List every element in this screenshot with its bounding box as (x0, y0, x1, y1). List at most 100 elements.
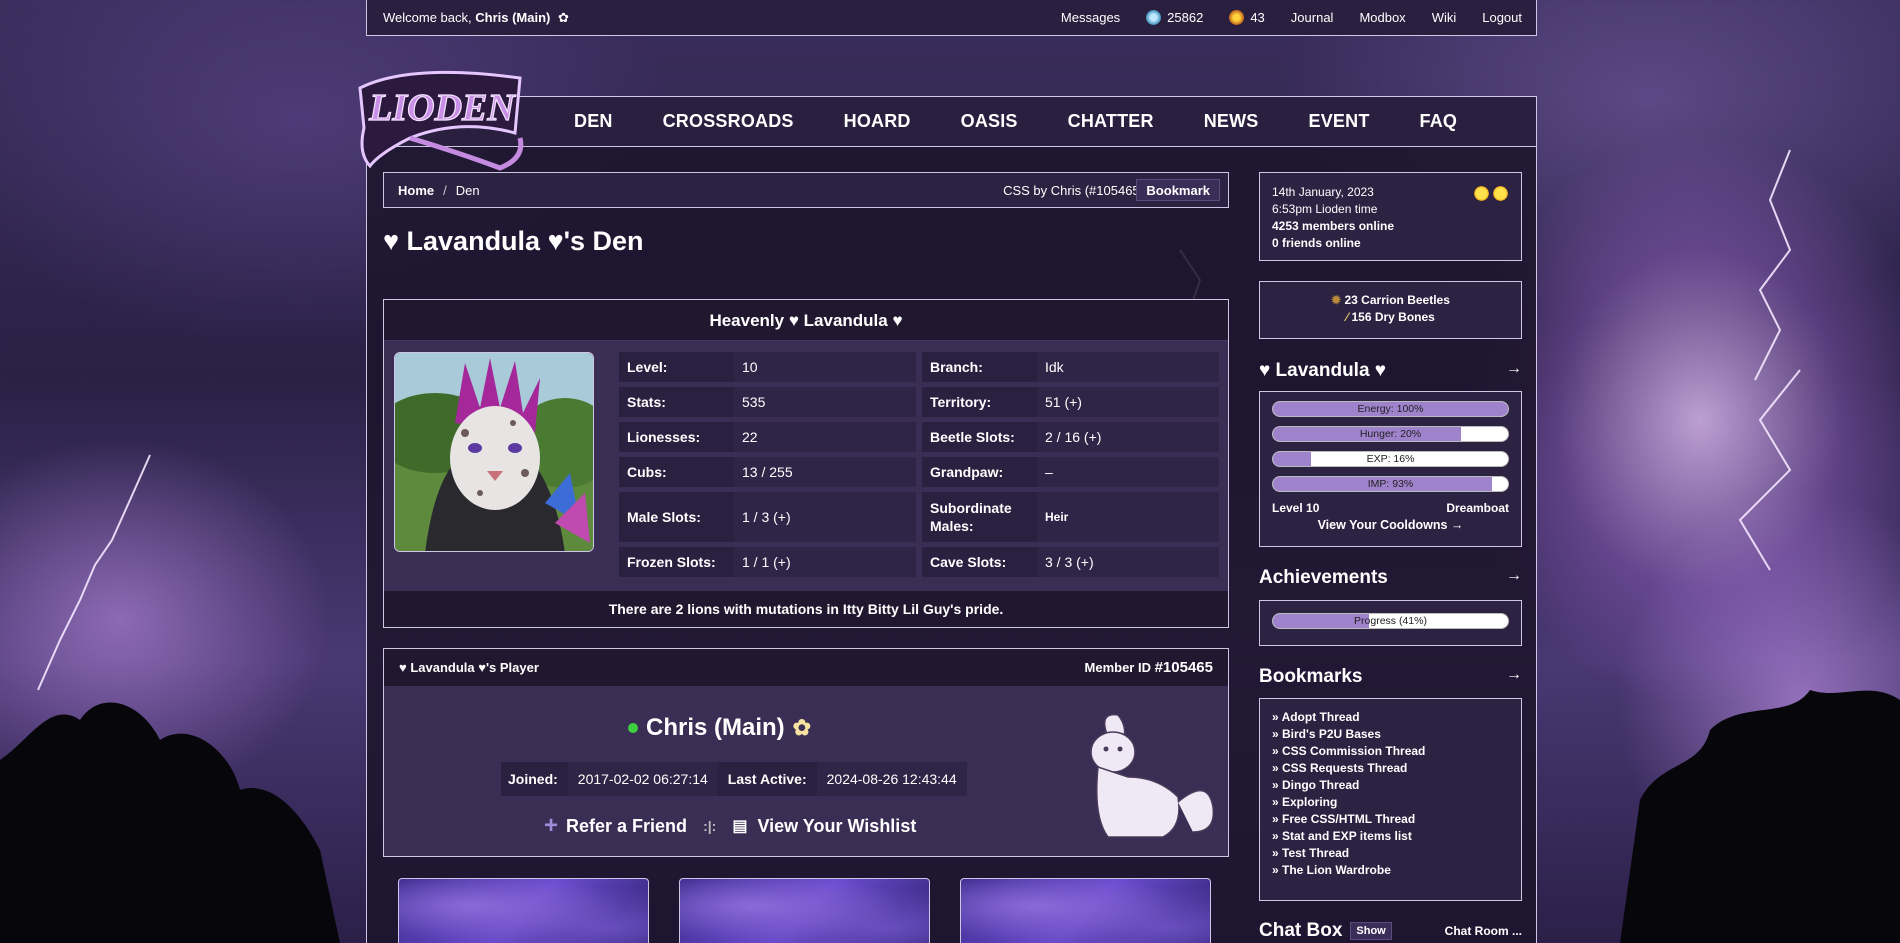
achievement-progress-bar: Progress (41%) (1272, 613, 1509, 629)
friends-online[interactable]: 0 friends online (1272, 236, 1361, 250)
flower-icon: ✿ (558, 9, 569, 25)
arrow-right-icon[interactable]: → (1506, 567, 1522, 589)
player-dates: Joined: 2017-02-02 06:27:14 Last Active:… (501, 762, 967, 796)
lion-portrait[interactable] (394, 352, 594, 552)
stat-value: 22 (734, 422, 916, 452)
stat-value: Heir (1037, 492, 1219, 542)
bookmark-button[interactable]: Bookmark (1136, 179, 1220, 201)
beetle-icon (1229, 10, 1245, 25)
stat-label: Territory: (930, 394, 992, 410)
beetle-icon: ✹ (1331, 293, 1342, 307)
chat-box-header: Chat Box Show Chat Room ... (1259, 920, 1522, 942)
frozen-slots-value[interactable]: 1 / 1 (+) (734, 547, 916, 577)
bookmark-item[interactable]: » CSS Commission Thread (1272, 743, 1509, 760)
refer-friend-link[interactable]: Refer a Friend (566, 816, 687, 837)
stat-value: 535 (734, 387, 916, 417)
dry-bones[interactable]: ⁄ 156 Dry Bones (1260, 309, 1521, 326)
stat-label: Stats: (627, 394, 666, 410)
bookmark-item[interactable]: » Adopt Thread (1272, 709, 1509, 726)
wishlist-link[interactable]: View Your Wishlist (757, 816, 916, 837)
stat-label: Branch: (930, 359, 983, 375)
bookmark-item[interactable]: » The Lion Wardrobe (1272, 862, 1509, 879)
exp-bar: EXP: 16% (1272, 451, 1509, 467)
nav-faq[interactable]: FAQ (1420, 111, 1458, 132)
pride-tile[interactable] (398, 878, 649, 943)
nav-hoard[interactable]: HOARD (844, 111, 911, 132)
pride-tile[interactable] (679, 878, 930, 943)
nav-event[interactable]: EVENT (1309, 111, 1370, 132)
male-slots-value[interactable]: 1 / 3 (+) (734, 492, 916, 542)
bookmark-item[interactable]: » Stat and EXP items list (1272, 828, 1509, 845)
bookmark-item[interactable]: » Test Thread (1272, 845, 1509, 862)
arrow-right-icon[interactable]: → (1506, 666, 1522, 688)
player-name[interactable]: Chris (Main) ✿ (628, 714, 811, 742)
achievements-panel: Progress (41%) (1259, 600, 1522, 646)
bookmarks-title[interactable]: Bookmarks → (1259, 666, 1522, 688)
main-nav: DEN CROSSROADS HOARD OASIS CHATTER NEWS … (574, 111, 1507, 132)
last-active-label: Last Active: (727, 771, 807, 787)
lioden-logo[interactable]: LIODEN (350, 58, 535, 173)
bookmark-item[interactable]: » Exploring (1272, 794, 1509, 811)
arrow-right-icon[interactable]: → (1506, 360, 1522, 382)
lion-status-panel: Energy: 100% Hunger: 20% EXP: 16% IMP: 9… (1259, 391, 1522, 547)
username-link[interactable]: Chris (Main) (475, 10, 550, 25)
territory-value[interactable]: 51 (+) (1037, 387, 1219, 417)
weather-icons (1473, 185, 1509, 202)
bookmark-item[interactable]: » CSS Requests Thread (1272, 760, 1509, 777)
player-panel: ♥ Lavandula ♥'s Player Member ID #105465… (383, 648, 1229, 857)
gold-counter[interactable]: 43 (1229, 10, 1265, 25)
breadcrumb-current: Den (455, 182, 480, 198)
flower-icon: ✿ (792, 715, 812, 740)
joined-value: 2017-02-02 06:27:14 (567, 762, 718, 796)
chat-room-link[interactable]: Chat Room ... (1445, 924, 1522, 938)
nav-crossroads[interactable]: CROSSROADS (663, 111, 794, 132)
hunger-bar: Hunger: 20% (1272, 426, 1509, 442)
action-divider: :|: (703, 818, 717, 834)
messages-link[interactable]: Messages (1061, 10, 1120, 25)
bookmarks-list: » Adopt Thread » Bird's P2U Bases » CSS … (1259, 698, 1522, 901)
chat-show-button[interactable]: Show (1350, 922, 1392, 940)
stat-label: Subordinate Males: (930, 500, 1012, 534)
cave-slots-value[interactable]: 3 / 3 (+) (1037, 547, 1219, 577)
energy-bar: Energy: 100% (1272, 401, 1509, 417)
breadcrumb-separator: / (443, 182, 447, 198)
members-online[interactable]: 4253 members online (1272, 219, 1394, 233)
beetle-slots-value[interactable]: 2 / 16 (+) (1037, 422, 1219, 452)
nav-chatter[interactable]: CHATTER (1068, 111, 1154, 132)
imp-bar: IMP: 93% (1272, 476, 1509, 492)
bookmark-item[interactable]: » Dingo Thread (1272, 777, 1509, 794)
modbox-link[interactable]: Modbox (1359, 10, 1405, 25)
logout-link[interactable]: Logout (1482, 10, 1522, 25)
achievements-title[interactable]: Achievements → (1259, 567, 1522, 589)
sun-icon (1492, 185, 1509, 202)
cooldowns-link[interactable]: View Your Cooldowns → (1272, 518, 1509, 532)
stat-label: Male Slots: (627, 509, 701, 525)
nav-den[interactable]: DEN (574, 111, 613, 132)
bookmark-item[interactable]: » Free CSS/HTML Thread (1272, 811, 1509, 828)
stat-value: Idk (1037, 352, 1219, 382)
wiki-link[interactable]: Wiki (1432, 10, 1457, 25)
breadcrumb-home[interactable]: Home (398, 183, 434, 198)
css-credit[interactable]: CSS by Chris (#105465) (1003, 183, 1144, 198)
bone-icon: ⁄ (1346, 310, 1349, 324)
time-panel: 14th January, 2023 6:53pm Lioden time 42… (1259, 172, 1522, 261)
pride-tile[interactable] (960, 878, 1211, 943)
gem-icon (1146, 10, 1162, 25)
player-header: ♥ Lavandula ♥'s Player (399, 660, 539, 675)
lion-sidebar-title[interactable]: ♥ Lavandula ♥ → (1259, 360, 1522, 382)
svg-text:LIODEN: LIODEN (368, 87, 516, 129)
nav-news[interactable]: NEWS (1204, 111, 1259, 132)
lion-level: Level 10 (1272, 501, 1320, 515)
stat-label: Frozen Slots: (627, 554, 716, 570)
sun-icon (1473, 185, 1490, 202)
nav-oasis[interactable]: OASIS (961, 111, 1018, 132)
stat-label: Beetle Slots: (930, 429, 1015, 445)
journal-link[interactable]: Journal (1291, 10, 1334, 25)
stat-value: – (1037, 457, 1219, 487)
mutation-note: There are 2 lions with mutations in Itty… (384, 591, 1228, 627)
bookmark-item[interactable]: » Bird's P2U Bases (1272, 726, 1509, 743)
chat-box-title: Chat Box (1259, 920, 1343, 941)
top-bar: Welcome back, Chris (Main) ✿ Messages 25… (366, 0, 1537, 36)
carrion-beetles[interactable]: ✹ 23 Carrion Beetles (1260, 292, 1521, 309)
gems-counter[interactable]: 25862 (1146, 10, 1203, 25)
